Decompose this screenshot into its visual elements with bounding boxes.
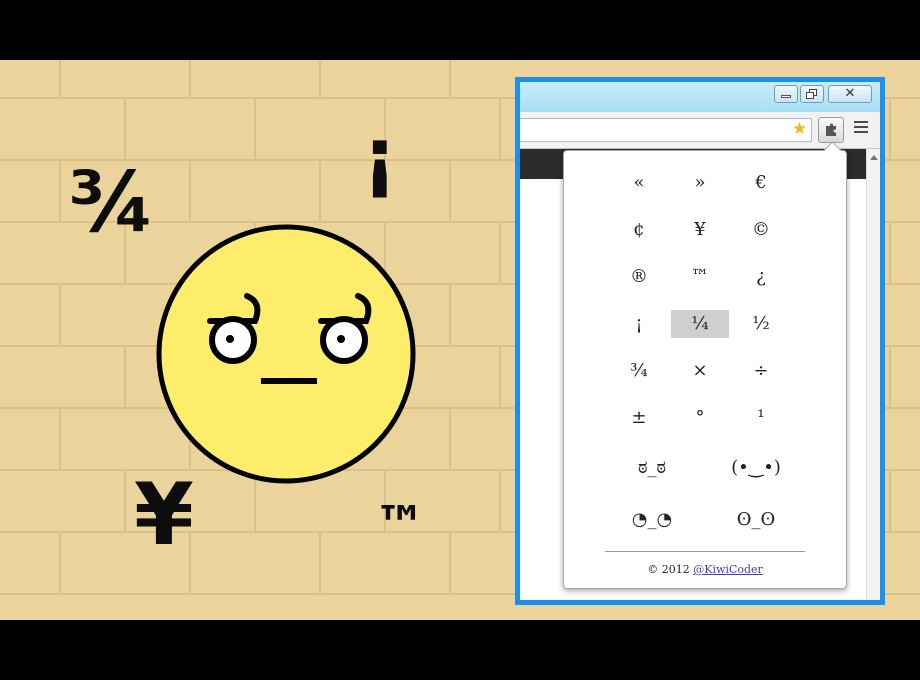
char-inverted-question[interactable]: ¿ [732,263,790,291]
browser-window-frame: ✕ ★ « » € ¢ ¥ © ® ™ ¿ ¡ ¼ ½ ¾ × ÷ ± ° ¹ … [515,77,885,605]
face-grid: ಠ_ಠ (•‿•) ◔_◔ ʘ_ʘ [604,454,804,558]
decor-trademark: ™ [374,496,426,556]
bottom-black-bar [0,620,920,680]
menu-icon[interactable] [854,121,868,135]
char-one-half[interactable]: ½ [732,310,790,338]
close-icon[interactable]: ✕ [828,85,872,103]
char-left-guillemet[interactable]: « [610,169,668,197]
character-grid: « » € ¢ ¥ © ® ™ ¿ ¡ ¼ ½ ¾ × ÷ ± ° ¹ [610,169,800,451]
mouth [261,378,317,384]
face-disapproval[interactable]: ಠ_ಠ [604,454,700,506]
special-characters-popup: « » € ¢ ¥ © ® ™ ¿ ¡ ¼ ½ ¾ × ÷ ± ° ¹ ಠ_ಠ [563,141,847,589]
char-copyright[interactable]: © [732,216,790,244]
char-euro[interactable]: € [732,169,790,197]
disapproval-face-illustration [156,224,416,484]
char-trademark[interactable]: ™ [671,263,729,291]
char-right-guillemet[interactable]: » [671,169,729,197]
decor-three-quarters: ¾ [68,153,155,251]
vertical-scrollbar[interactable] [866,149,880,600]
browser-window: ✕ ★ « » € ¢ ¥ © ® ™ ¿ ¡ ¼ ½ ¾ × ÷ ± ° ¹ … [520,82,880,600]
char-plus-minus[interactable]: ± [610,404,668,432]
char-degree[interactable]: ° [671,404,729,432]
browser-toolbar: ★ [520,112,880,149]
face-smile[interactable]: (•‿•) [708,454,804,506]
char-cent[interactable]: ¢ [610,216,668,244]
title-bar: ✕ [520,82,880,112]
puzzle-piece-icon [826,123,836,136]
char-one-quarter[interactable]: ¼ [671,310,729,338]
char-yen[interactable]: ¥ [671,216,729,244]
address-bar[interactable]: ★ [520,118,812,142]
char-multiply[interactable]: × [671,357,729,385]
minimize-icon[interactable] [774,85,798,103]
char-divide[interactable]: ÷ [732,357,790,385]
top-black-bar [0,0,920,60]
char-inverted-exclamation[interactable]: ¡ [610,310,668,338]
copyright-text: © 2012 [647,563,690,576]
footer-divider [605,551,805,552]
char-registered[interactable]: ® [610,263,668,291]
char-superscript-one[interactable]: ¹ [732,404,790,432]
char-three-quarters[interactable]: ¾ [610,357,668,385]
restore-icon[interactable] [800,85,824,103]
extension-button[interactable] [818,117,844,143]
star-icon[interactable]: ★ [792,121,807,138]
decor-inverted-exclamation: ¡ [362,112,398,202]
author-link[interactable]: @KiwiCoder [693,563,763,576]
scroll-up-icon[interactable] [870,155,878,160]
popup-footer: © 2012 @KiwiCoder [564,563,846,576]
